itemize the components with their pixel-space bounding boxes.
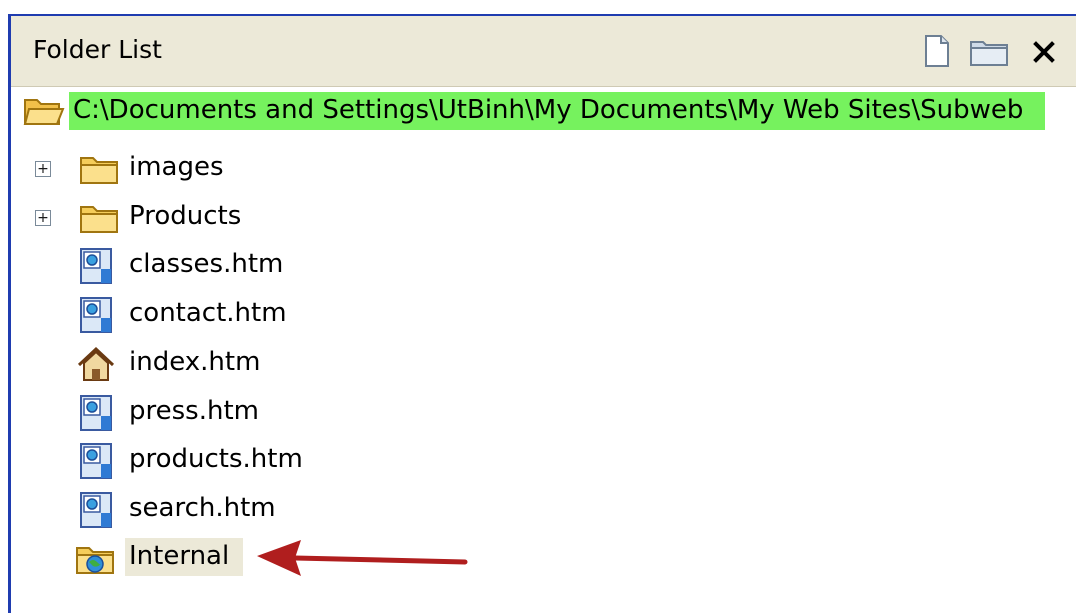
web-page-icon bbox=[80, 492, 112, 528]
tree-item-contact-htm[interactable]: contact.htm bbox=[11, 292, 311, 338]
tree-item-images[interactable]: + images bbox=[11, 146, 311, 192]
panel-titlebar: Folder List bbox=[11, 16, 1076, 87]
tree-item-label: images bbox=[129, 152, 224, 182]
web-page-icon bbox=[80, 395, 112, 431]
tree-item-label: products.htm bbox=[129, 444, 303, 474]
tree-item-label: Products bbox=[129, 201, 242, 231]
close-icon[interactable] bbox=[1027, 34, 1061, 68]
panel-title: Folder List bbox=[33, 35, 162, 64]
annotation-arrow bbox=[257, 540, 468, 576]
web-page-icon bbox=[80, 248, 112, 284]
folder-icon bbox=[80, 206, 118, 233]
open-folder-icon bbox=[23, 99, 65, 125]
folder-icon bbox=[80, 157, 118, 184]
web-page-icon bbox=[80, 443, 112, 479]
tree-item-products-htm[interactable]: products.htm bbox=[11, 438, 311, 484]
tree-item-label: index.htm bbox=[129, 347, 261, 377]
tree-item-products-folder[interactable]: + Products bbox=[11, 195, 311, 241]
new-page-icon[interactable] bbox=[923, 34, 951, 68]
new-folder-icon[interactable] bbox=[969, 34, 1011, 68]
tree-item-label: Internal bbox=[125, 538, 244, 576]
tree-item-classes-htm[interactable]: classes.htm bbox=[11, 243, 311, 289]
tree-item-label: classes.htm bbox=[129, 249, 284, 279]
expand-images-button[interactable]: + bbox=[35, 161, 51, 177]
tree-item-press-htm[interactable]: press.htm bbox=[11, 390, 311, 436]
tree-item-search-htm[interactable]: search.htm bbox=[11, 487, 311, 533]
expand-products-button[interactable]: + bbox=[35, 210, 51, 226]
tree-item-label: press.htm bbox=[129, 396, 259, 426]
folder-list-panel: Folder List C:\Documents and Settings\Ut… bbox=[8, 14, 1076, 613]
tree-item-index-htm[interactable]: index.htm bbox=[11, 341, 311, 387]
tree-item-label: search.htm bbox=[129, 493, 276, 523]
subweb-folder-icon bbox=[76, 547, 114, 574]
home-page-icon bbox=[77, 346, 115, 381]
web-page-icon bbox=[80, 297, 112, 333]
tree-root-label: C:\Documents and Settings\UtBinh\My Docu… bbox=[69, 92, 1046, 130]
tree-item-label: contact.htm bbox=[129, 298, 287, 328]
